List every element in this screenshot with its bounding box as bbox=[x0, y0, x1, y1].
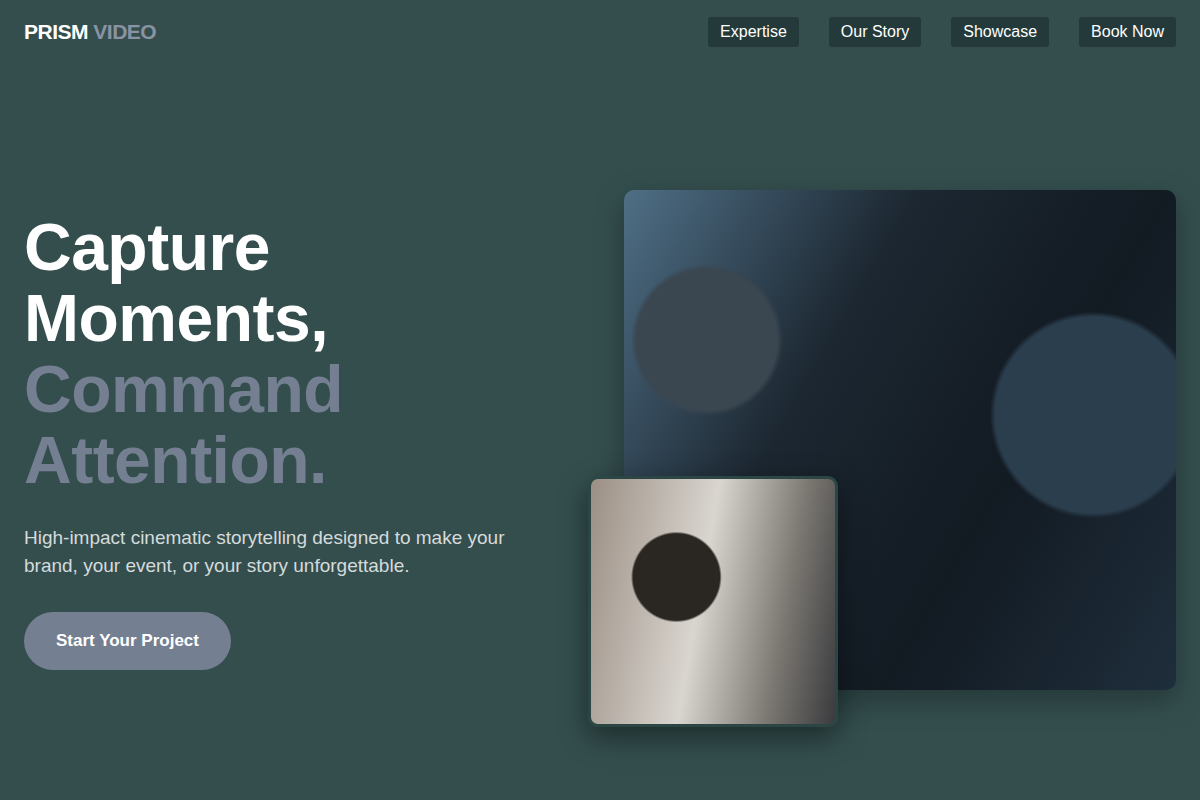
headline-line: Attention. bbox=[24, 425, 564, 496]
headline-line: Command bbox=[24, 354, 564, 425]
inset-photo bbox=[588, 476, 838, 727]
logo-primary: PRISM bbox=[24, 20, 88, 43]
nav-item[interactable]: Expertise bbox=[708, 17, 799, 47]
logo[interactable]: PRISM VIDEO bbox=[24, 20, 156, 44]
nav-item[interactable]: Book Now bbox=[1079, 17, 1176, 47]
photo-stack bbox=[588, 190, 1176, 727]
headline-line: Moments, bbox=[24, 283, 564, 354]
nav: Expertise Our Story Showcase Book Now bbox=[708, 17, 1176, 47]
subtitle: High-impact cinematic storytelling desig… bbox=[24, 524, 544, 580]
nav-item[interactable]: Our Story bbox=[829, 17, 921, 47]
hero: CaptureMoments, CommandAttention. High-i… bbox=[0, 64, 1200, 727]
page: PRISM VIDEO Expertise Our Story Showcase Bo… bbox=[0, 0, 1200, 800]
headline-line: Capture bbox=[24, 212, 564, 283]
cta-button[interactable]: Start Your Project bbox=[24, 612, 231, 670]
header: PRISM VIDEO Expertise Our Story Showcase Bo… bbox=[0, 0, 1200, 64]
headline: CaptureMoments, CommandAttention. bbox=[24, 212, 564, 496]
nav-item[interactable]: Showcase bbox=[951, 17, 1049, 47]
hero-text: CaptureMoments, CommandAttention. High-i… bbox=[24, 190, 564, 727]
logo-secondary: VIDEO bbox=[93, 20, 156, 43]
